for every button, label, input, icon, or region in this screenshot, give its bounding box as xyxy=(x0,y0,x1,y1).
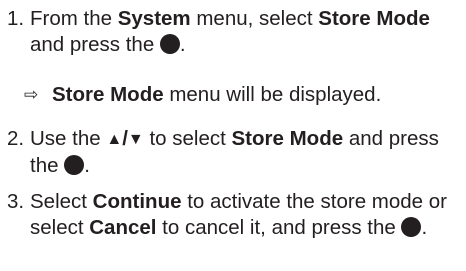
step-number: 1. xyxy=(7,7,25,30)
option-name: Cancel xyxy=(89,216,157,239)
menu-item-name: Store Mode xyxy=(231,127,344,150)
option-name: Continue xyxy=(92,190,182,213)
step-3: 3. Select Continue to activate the store… xyxy=(0,189,464,241)
step-text: From the System menu, select Store Mode … xyxy=(30,7,430,56)
step-1: 1. From the System menu, select Store Mo… xyxy=(0,6,464,58)
step-2: 2. Use the ▲/▼ to select Store Mode and … xyxy=(0,126,464,179)
step-number: 2. xyxy=(7,127,25,150)
ok-button-icon xyxy=(401,217,422,237)
menu-name: System xyxy=(117,7,191,30)
step-text: Use the ▲/▼ to select Store Mode and pre… xyxy=(30,127,439,177)
menu-item-name: Store Mode xyxy=(318,7,430,30)
result-text: Store Mode menu will be displayed. xyxy=(52,83,382,106)
step-number: 3. xyxy=(7,190,25,213)
ok-button-icon xyxy=(64,155,85,175)
step-1-result: ⇨ Store Mode menu will be displayed. xyxy=(0,82,464,108)
step-text: Select Continue to activate the store mo… xyxy=(30,190,447,239)
up-triangle-icon: ▲ xyxy=(106,131,123,148)
down-triangle-icon: ▼ xyxy=(127,131,144,148)
ok-button-icon xyxy=(159,34,180,54)
instruction-steps: 1. From the System menu, select Store Mo… xyxy=(0,0,466,271)
result-arrow-icon: ⇨ xyxy=(24,85,39,104)
menu-name: Store Mode xyxy=(52,83,164,106)
